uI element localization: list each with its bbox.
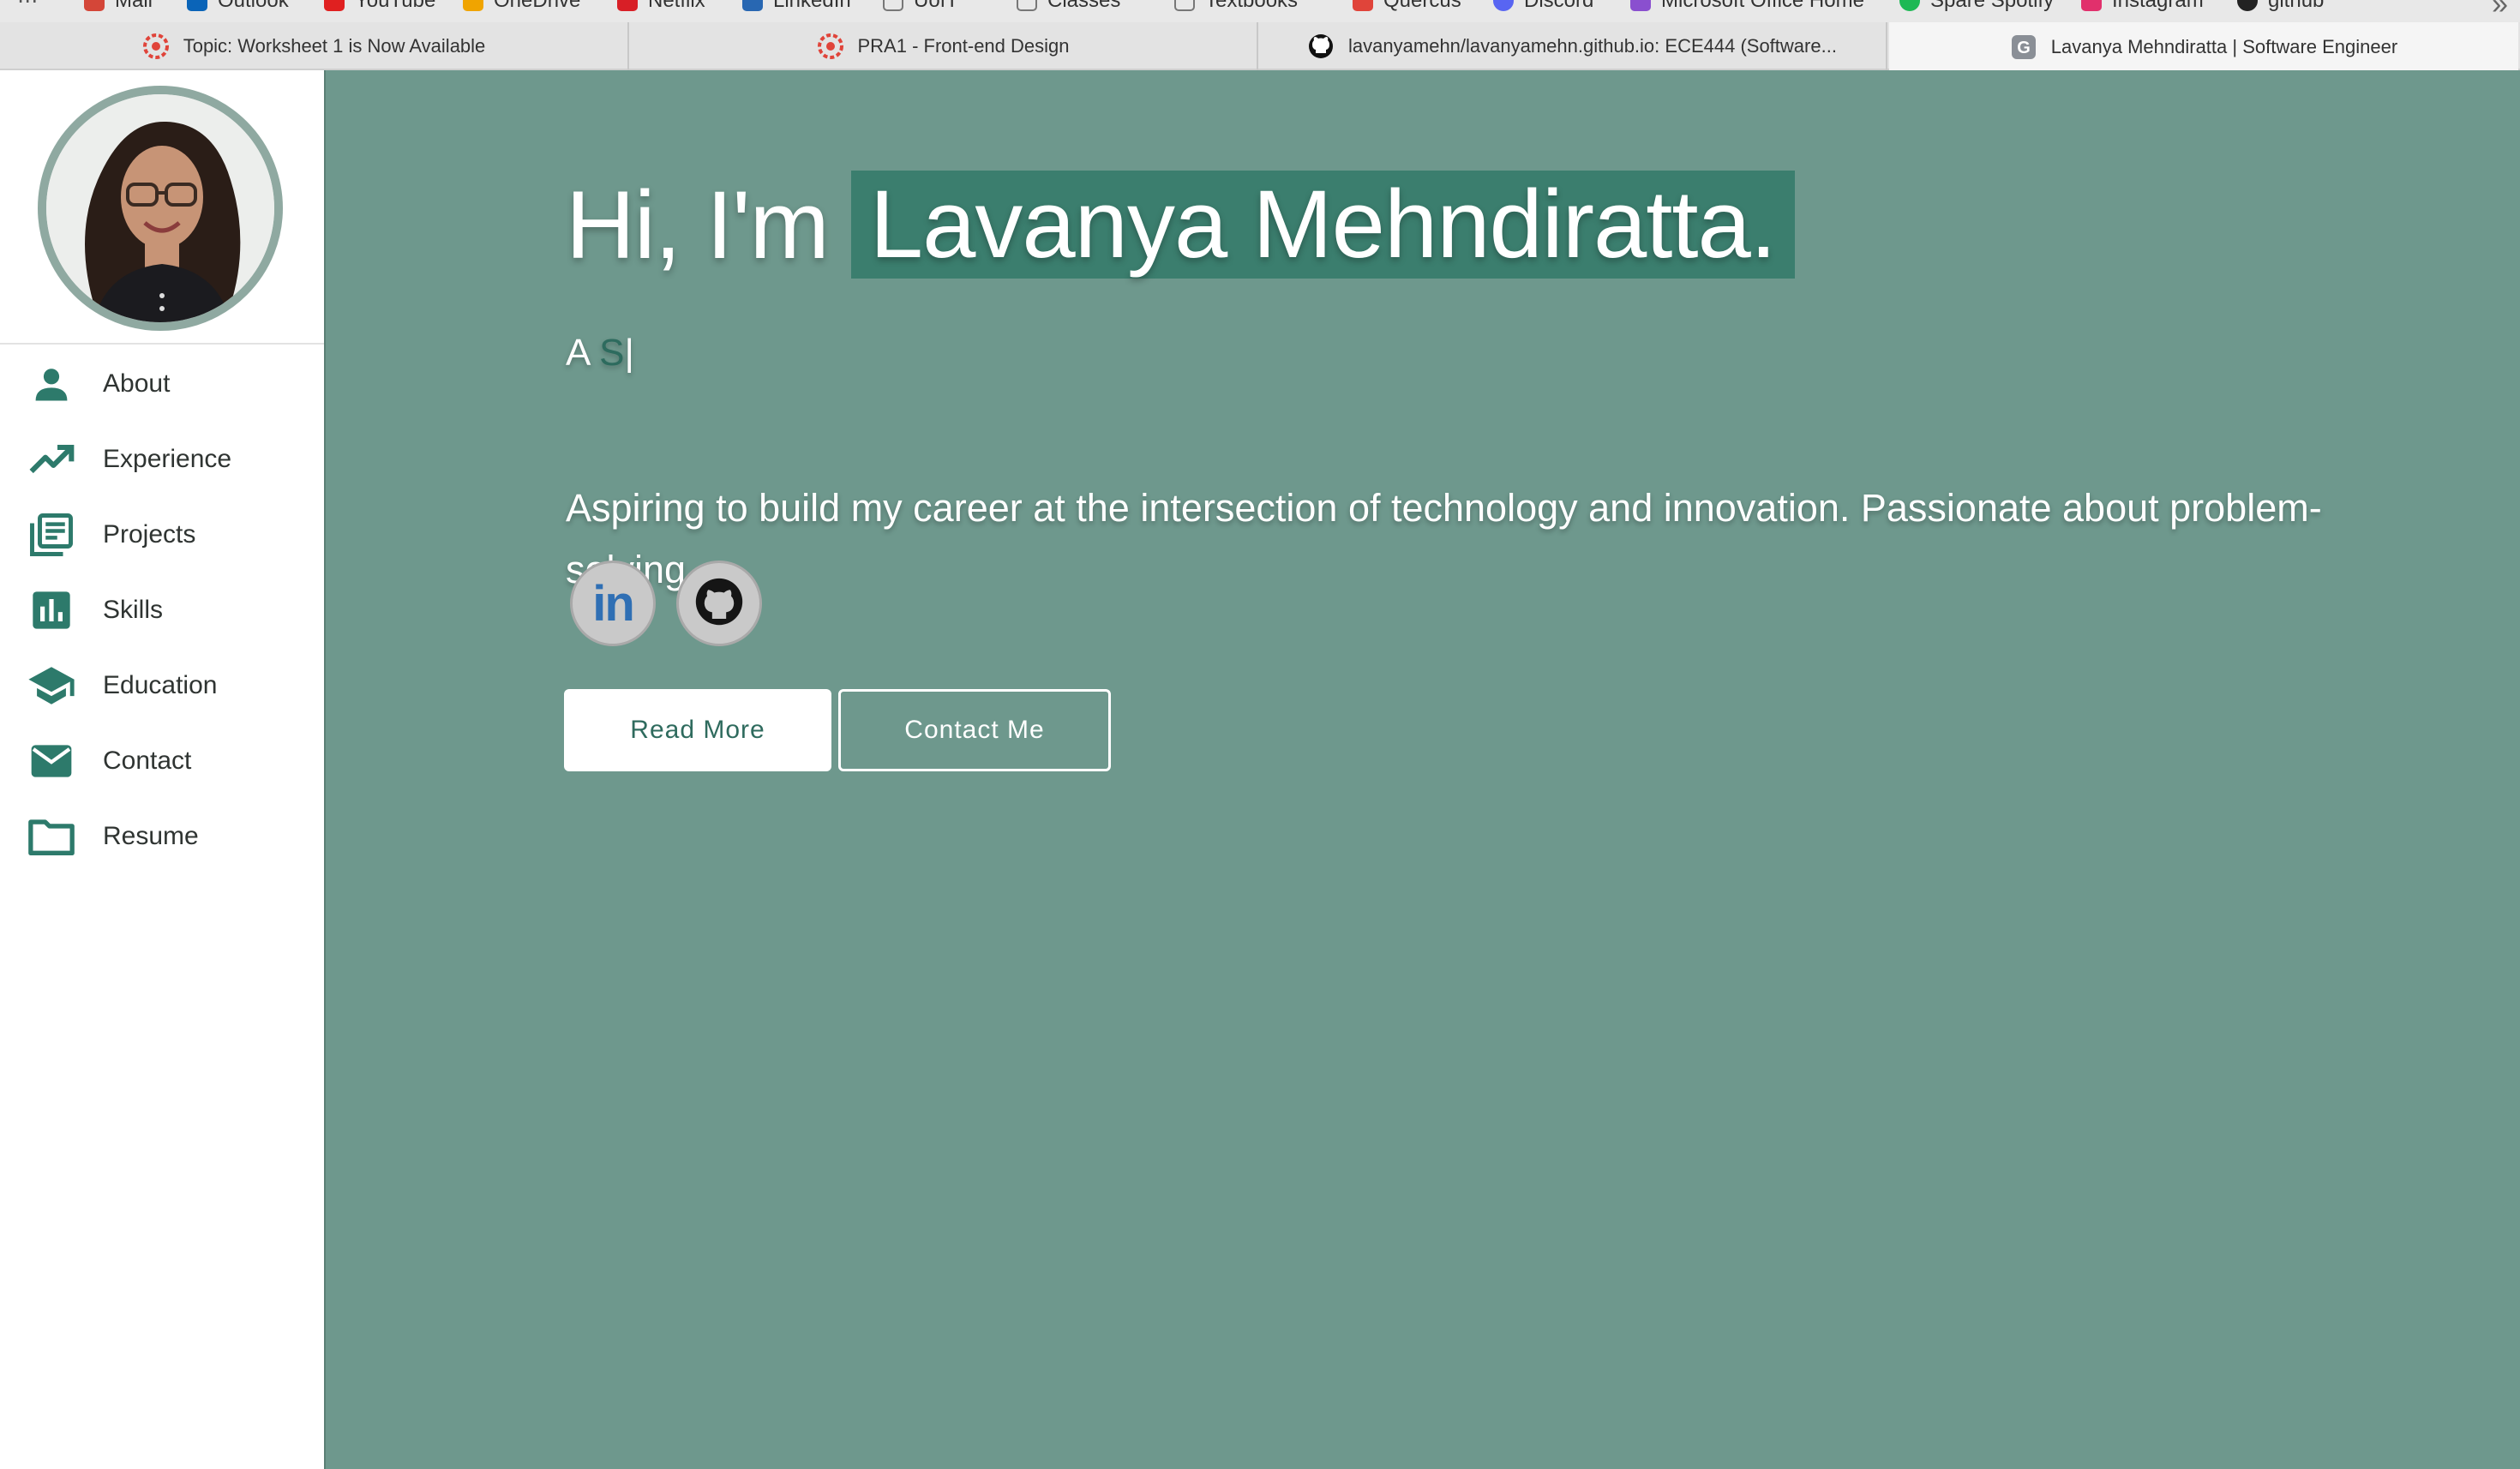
bar-chart-icon [26,585,77,636]
read-more-button[interactable]: Read More [564,689,831,771]
github-icon [1307,33,1335,60]
browser-tab-strip: Topic: Worksheet 1 is Now Available PRA1… [0,22,2520,72]
svg-text:G: G [2017,39,2031,57]
folder-icon [26,811,77,862]
bookmark-youtube[interactable]: YouTube [324,0,435,15]
bookmarks-bar: ⋯ Mail Outlook YouTube OneDrive Netflix … [0,0,2520,22]
bookmark-quercus[interactable]: Quercus [1353,0,1461,15]
bookmark-github[interactable]: github [2237,0,2324,15]
bookmark-folder-textbooks[interactable]: Textbooks [1174,0,1298,15]
github-icon [2237,0,2258,11]
bookmark-folder-uoft[interactable]: UofT [883,0,958,15]
bookmark-instagram[interactable]: Instagram [2081,0,2204,15]
sidebar-item-about[interactable]: About [0,346,324,422]
outlook-icon [187,0,207,11]
tab-worksheet-topic[interactable]: Topic: Worksheet 1 is Now Available [0,22,629,70]
google-g-icon: G [2010,33,2037,61]
quercus-icon [1353,0,1373,11]
linkedin-icon: in [592,575,635,632]
bookmark-outlook[interactable]: Outlook [187,0,289,15]
tab-portfolio-active[interactable]: G Lavanya Mehndiratta | Software Enginee… [1889,22,2518,72]
linkedin-icon [742,0,763,11]
folder-icon [1174,0,1195,11]
github-icon [694,577,744,631]
typed-cursor: | [624,332,634,374]
bookmark-spotify[interactable]: Spare Spotify [1899,0,2054,15]
bookmark-linkedin[interactable]: LinkedIn [742,0,851,15]
bookmark-mail[interactable]: Mail [84,0,153,15]
tab-pra1[interactable]: PRA1 - Front-end Design [629,22,1258,70]
netflix-icon [617,0,638,11]
onedrive-icon [463,0,483,11]
quercus-icon [142,33,170,60]
hero-name-highlight: Lavanya Mehndiratta. [850,171,1795,279]
bookmark-discord[interactable]: Discord [1493,0,1593,15]
person-icon [26,358,77,410]
bookmark-netflix[interactable]: Netflix [617,0,705,15]
bookmark-folder-classes[interactable]: Classes [1017,0,1120,15]
avatar [38,86,283,331]
folder-icon [1017,0,1037,11]
typed-tagline: A S| [566,332,634,375]
sidebar: About Experience Projects Skills Educati… [0,70,326,1469]
trending-up-icon [26,434,77,485]
hero-heading: Hi, I'm Lavanya Mehndiratta. [566,169,1795,280]
typed-text: S [599,332,625,374]
tab-github-repo[interactable]: lavanyamehn/lavanyamehn.github.io: ECE44… [1258,22,1887,70]
spotify-icon [1899,0,1920,11]
hero-section: Hi, I'm Lavanya Mehndiratta. A S| Aspiri… [326,70,2520,1469]
bookmark-office[interactable]: Microsoft Office Home [1630,0,1864,15]
office-icon [1630,0,1651,11]
bookmarks-overflow-icon[interactable]: » [2492,0,2508,21]
sidebar-item-education[interactable]: Education [0,648,324,723]
sidebar-item-experience[interactable]: Experience [0,422,324,497]
contact-me-button[interactable]: Contact Me [838,689,1111,771]
quercus-icon [817,33,844,60]
bookmarks-apps-icon[interactable]: ⋯ [17,0,38,15]
sidebar-item-projects[interactable]: Projects [0,497,324,573]
sidebar-item-contact[interactable]: Contact [0,723,324,799]
bookmark-onedrive[interactable]: OneDrive [463,0,580,15]
hero-description: Aspiring to build my career at the inter… [566,486,2322,591]
discord-icon [1493,0,1514,11]
school-icon [26,660,77,711]
social-links: in [570,561,762,646]
linkedin-button[interactable]: in [570,561,656,646]
github-button[interactable] [676,561,762,646]
folder-icon [883,0,903,11]
library-books-icon [26,509,77,561]
sidebar-item-resume[interactable]: Resume [0,799,324,874]
mail-icon [26,735,77,787]
typed-prefix: A [566,332,589,374]
hero-greeting: Hi, I'm [566,171,830,279]
gmail-icon [84,0,105,11]
instagram-icon [2081,0,2102,11]
youtube-icon [324,0,345,11]
profile-header [0,70,324,345]
sidebar-item-skills[interactable]: Skills [0,573,324,648]
